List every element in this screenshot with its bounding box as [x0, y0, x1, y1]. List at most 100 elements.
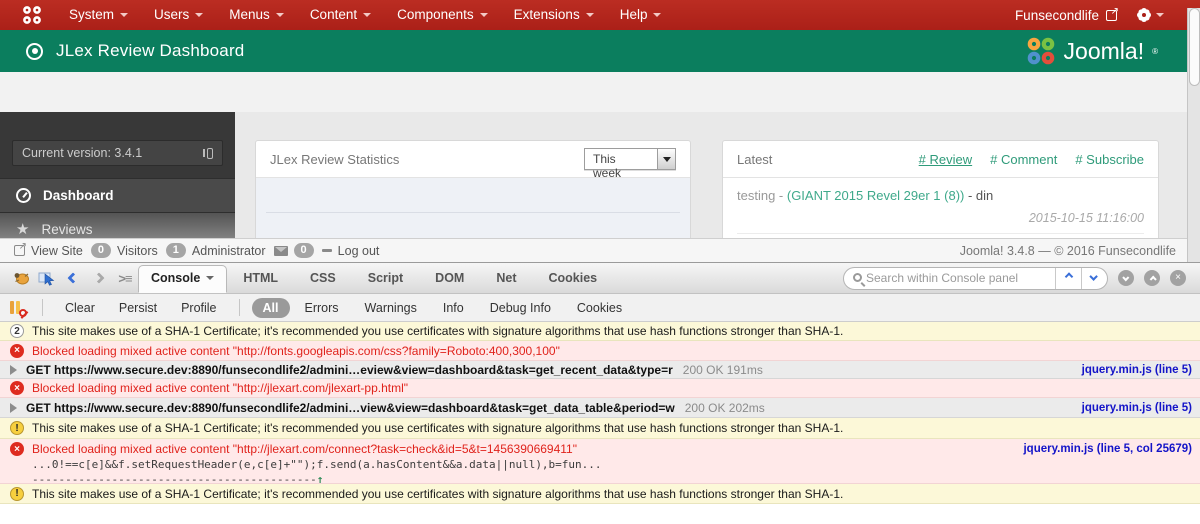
- minimize-firebug-button[interactable]: [1118, 270, 1134, 286]
- messages-status[interactable]: 0: [273, 243, 314, 258]
- select-dropdown-button[interactable]: [657, 149, 675, 169]
- menu-menus[interactable]: Menus: [216, 0, 297, 30]
- filter-cookies[interactable]: Cookies: [566, 298, 633, 318]
- filter-debug-info[interactable]: Debug Info: [479, 298, 562, 318]
- separator: [42, 299, 43, 316]
- console-error-row: × Blocked loading mixed active content "…: [0, 379, 1200, 398]
- source-link[interactable]: jquery.min.js (line 5): [1070, 402, 1192, 414]
- stats-panel: JLex Review Statistics This week: [255, 140, 691, 238]
- menu-components-label: Components: [397, 7, 474, 22]
- tab-html[interactable]: HTML: [227, 266, 294, 291]
- back-button[interactable]: [60, 266, 86, 290]
- console-warning-row: ! This site makes use of a SHA-1 Certifi…: [0, 418, 1200, 439]
- firebug-bug-icon: [14, 273, 29, 285]
- search-input[interactable]: [866, 267, 1055, 289]
- chevron-down-icon: [206, 275, 215, 280]
- filter-errors[interactable]: Errors: [294, 298, 350, 318]
- tab-net[interactable]: Net: [480, 266, 532, 291]
- chevron-down-icon: [120, 13, 129, 17]
- search-next-button[interactable]: [1081, 267, 1107, 289]
- menu-help[interactable]: Help: [607, 0, 675, 30]
- visitors-label: Visitors: [117, 243, 158, 258]
- request-url[interactable]: GET https://www.secure.dev:8890/funsecon…: [26, 401, 675, 415]
- menu-system[interactable]: System: [56, 0, 141, 30]
- inspect-icon: [38, 272, 55, 286]
- source-link[interactable]: jquery.min.js (line 5): [1070, 364, 1192, 376]
- filter-subscribe-link[interactable]: # Subscribe: [1075, 152, 1144, 167]
- menu-extensions[interactable]: Extensions: [501, 0, 607, 30]
- sidebar-item-label: Dashboard: [43, 188, 114, 203]
- error-column-underline: ----------------------------------------…: [32, 473, 317, 484]
- chevron-down-icon: [1156, 13, 1164, 17]
- menu-content-label: Content: [309, 7, 358, 22]
- entry-prefix: testing -: [737, 188, 787, 203]
- filter-comment-link[interactable]: # Comment: [990, 152, 1057, 167]
- firebug-menu-button[interactable]: [8, 266, 34, 290]
- chevron-down-icon: [585, 13, 594, 17]
- view-site-button[interactable]: ↗ View Site: [14, 242, 83, 258]
- target-icon: [26, 42, 43, 60]
- console-warning-row: 2 This site makes use of a SHA-1 Certifi…: [0, 322, 1200, 341]
- menu-users[interactable]: Users: [141, 0, 216, 30]
- command-line-icon: >≡: [118, 270, 132, 286]
- scrollbar-thumb[interactable]: [1189, 8, 1200, 86]
- break-on-errors-button[interactable]: [8, 300, 27, 317]
- forward-button[interactable]: [86, 266, 112, 290]
- status-bar: ↗ View Site 0 Visitors 1 Administrator 0…: [0, 238, 1200, 262]
- warning-text: This site makes use of a SHA-1 Certifica…: [32, 324, 844, 338]
- gauge-icon: [16, 188, 31, 203]
- source-link[interactable]: jquery.min.js (line 5, col 25679): [1011, 443, 1192, 455]
- filter-review-link[interactable]: # Review: [919, 152, 972, 167]
- view-site-link[interactable]: Funsecondlife ↗: [1015, 6, 1119, 23]
- tab-css[interactable]: CSS: [294, 266, 352, 291]
- filter-info[interactable]: Info: [432, 298, 475, 318]
- external-link-icon: ↗: [1106, 6, 1119, 21]
- menu-help-label: Help: [619, 7, 648, 22]
- component-header: JLex Review Dashboard Joomla! ®: [0, 30, 1200, 72]
- command-line-button[interactable]: >≡: [112, 266, 138, 290]
- tab-console[interactable]: Console: [138, 264, 228, 293]
- error-text: Blocked loading mixed active content "ht…: [32, 381, 409, 395]
- menu-components[interactable]: Components: [384, 0, 501, 30]
- logout-button[interactable]: Log out: [321, 244, 379, 258]
- warning-icon: !: [10, 486, 24, 501]
- messages-badge: 0: [293, 243, 314, 258]
- console-net-row: GET https://www.secure.dev:8890/funsecon…: [0, 398, 1200, 418]
- entry-link[interactable]: (GIANT 2015 Revel 29er 1 (8)): [787, 188, 965, 203]
- inspect-element-button[interactable]: [34, 266, 60, 290]
- latest-panel-title: Latest: [737, 151, 773, 167]
- stats-chart: [256, 178, 690, 238]
- filter-all[interactable]: All: [251, 297, 290, 318]
- request-url[interactable]: GET https://www.secure.dev:8890/funsecon…: [26, 363, 673, 377]
- view-site-label: View Site: [31, 243, 83, 258]
- tab-script[interactable]: Script: [352, 266, 419, 291]
- warning-icon: !: [10, 421, 24, 435]
- chevron-right-icon: [93, 272, 105, 284]
- sidebar-item-dashboard[interactable]: Dashboard: [0, 178, 235, 212]
- tab-dom[interactable]: DOM: [419, 266, 480, 291]
- scrollbar[interactable]: [1187, 8, 1200, 262]
- registered-mark: ®: [1152, 46, 1158, 56]
- period-select[interactable]: This week: [584, 148, 676, 180]
- filter-warnings[interactable]: Warnings: [354, 298, 428, 318]
- menu-content[interactable]: Content: [297, 0, 384, 30]
- search-prev-button[interactable]: [1055, 267, 1081, 289]
- detach-firebug-button[interactable]: [1144, 270, 1160, 286]
- console-toolbar: Clear Persist Profile All Errors Warning…: [0, 294, 1200, 322]
- profile-button[interactable]: Profile: [171, 297, 226, 319]
- entry-timestamp: 2015-10-15 11:16:00: [737, 211, 1144, 234]
- logout-icon: [321, 249, 332, 252]
- settings-menu[interactable]: [1139, 10, 1164, 20]
- expand-triangle-icon[interactable]: [10, 402, 17, 413]
- expand-triangle-icon[interactable]: [10, 364, 17, 375]
- close-firebug-button[interactable]: ×: [1170, 270, 1186, 286]
- search-icon: [853, 272, 862, 282]
- sidebar-item-reviews[interactable]: ★ Reviews: [0, 212, 235, 238]
- tab-cookies[interactable]: Cookies: [533, 266, 614, 291]
- version-toggle-icon[interactable]: [203, 147, 213, 159]
- clear-button[interactable]: Clear: [55, 297, 105, 319]
- chevron-down-icon: [363, 13, 372, 17]
- version-box: Current version: 3.4.1: [12, 140, 223, 166]
- external-link-icon: ↗: [14, 242, 27, 256]
- persist-button[interactable]: Persist: [109, 297, 167, 319]
